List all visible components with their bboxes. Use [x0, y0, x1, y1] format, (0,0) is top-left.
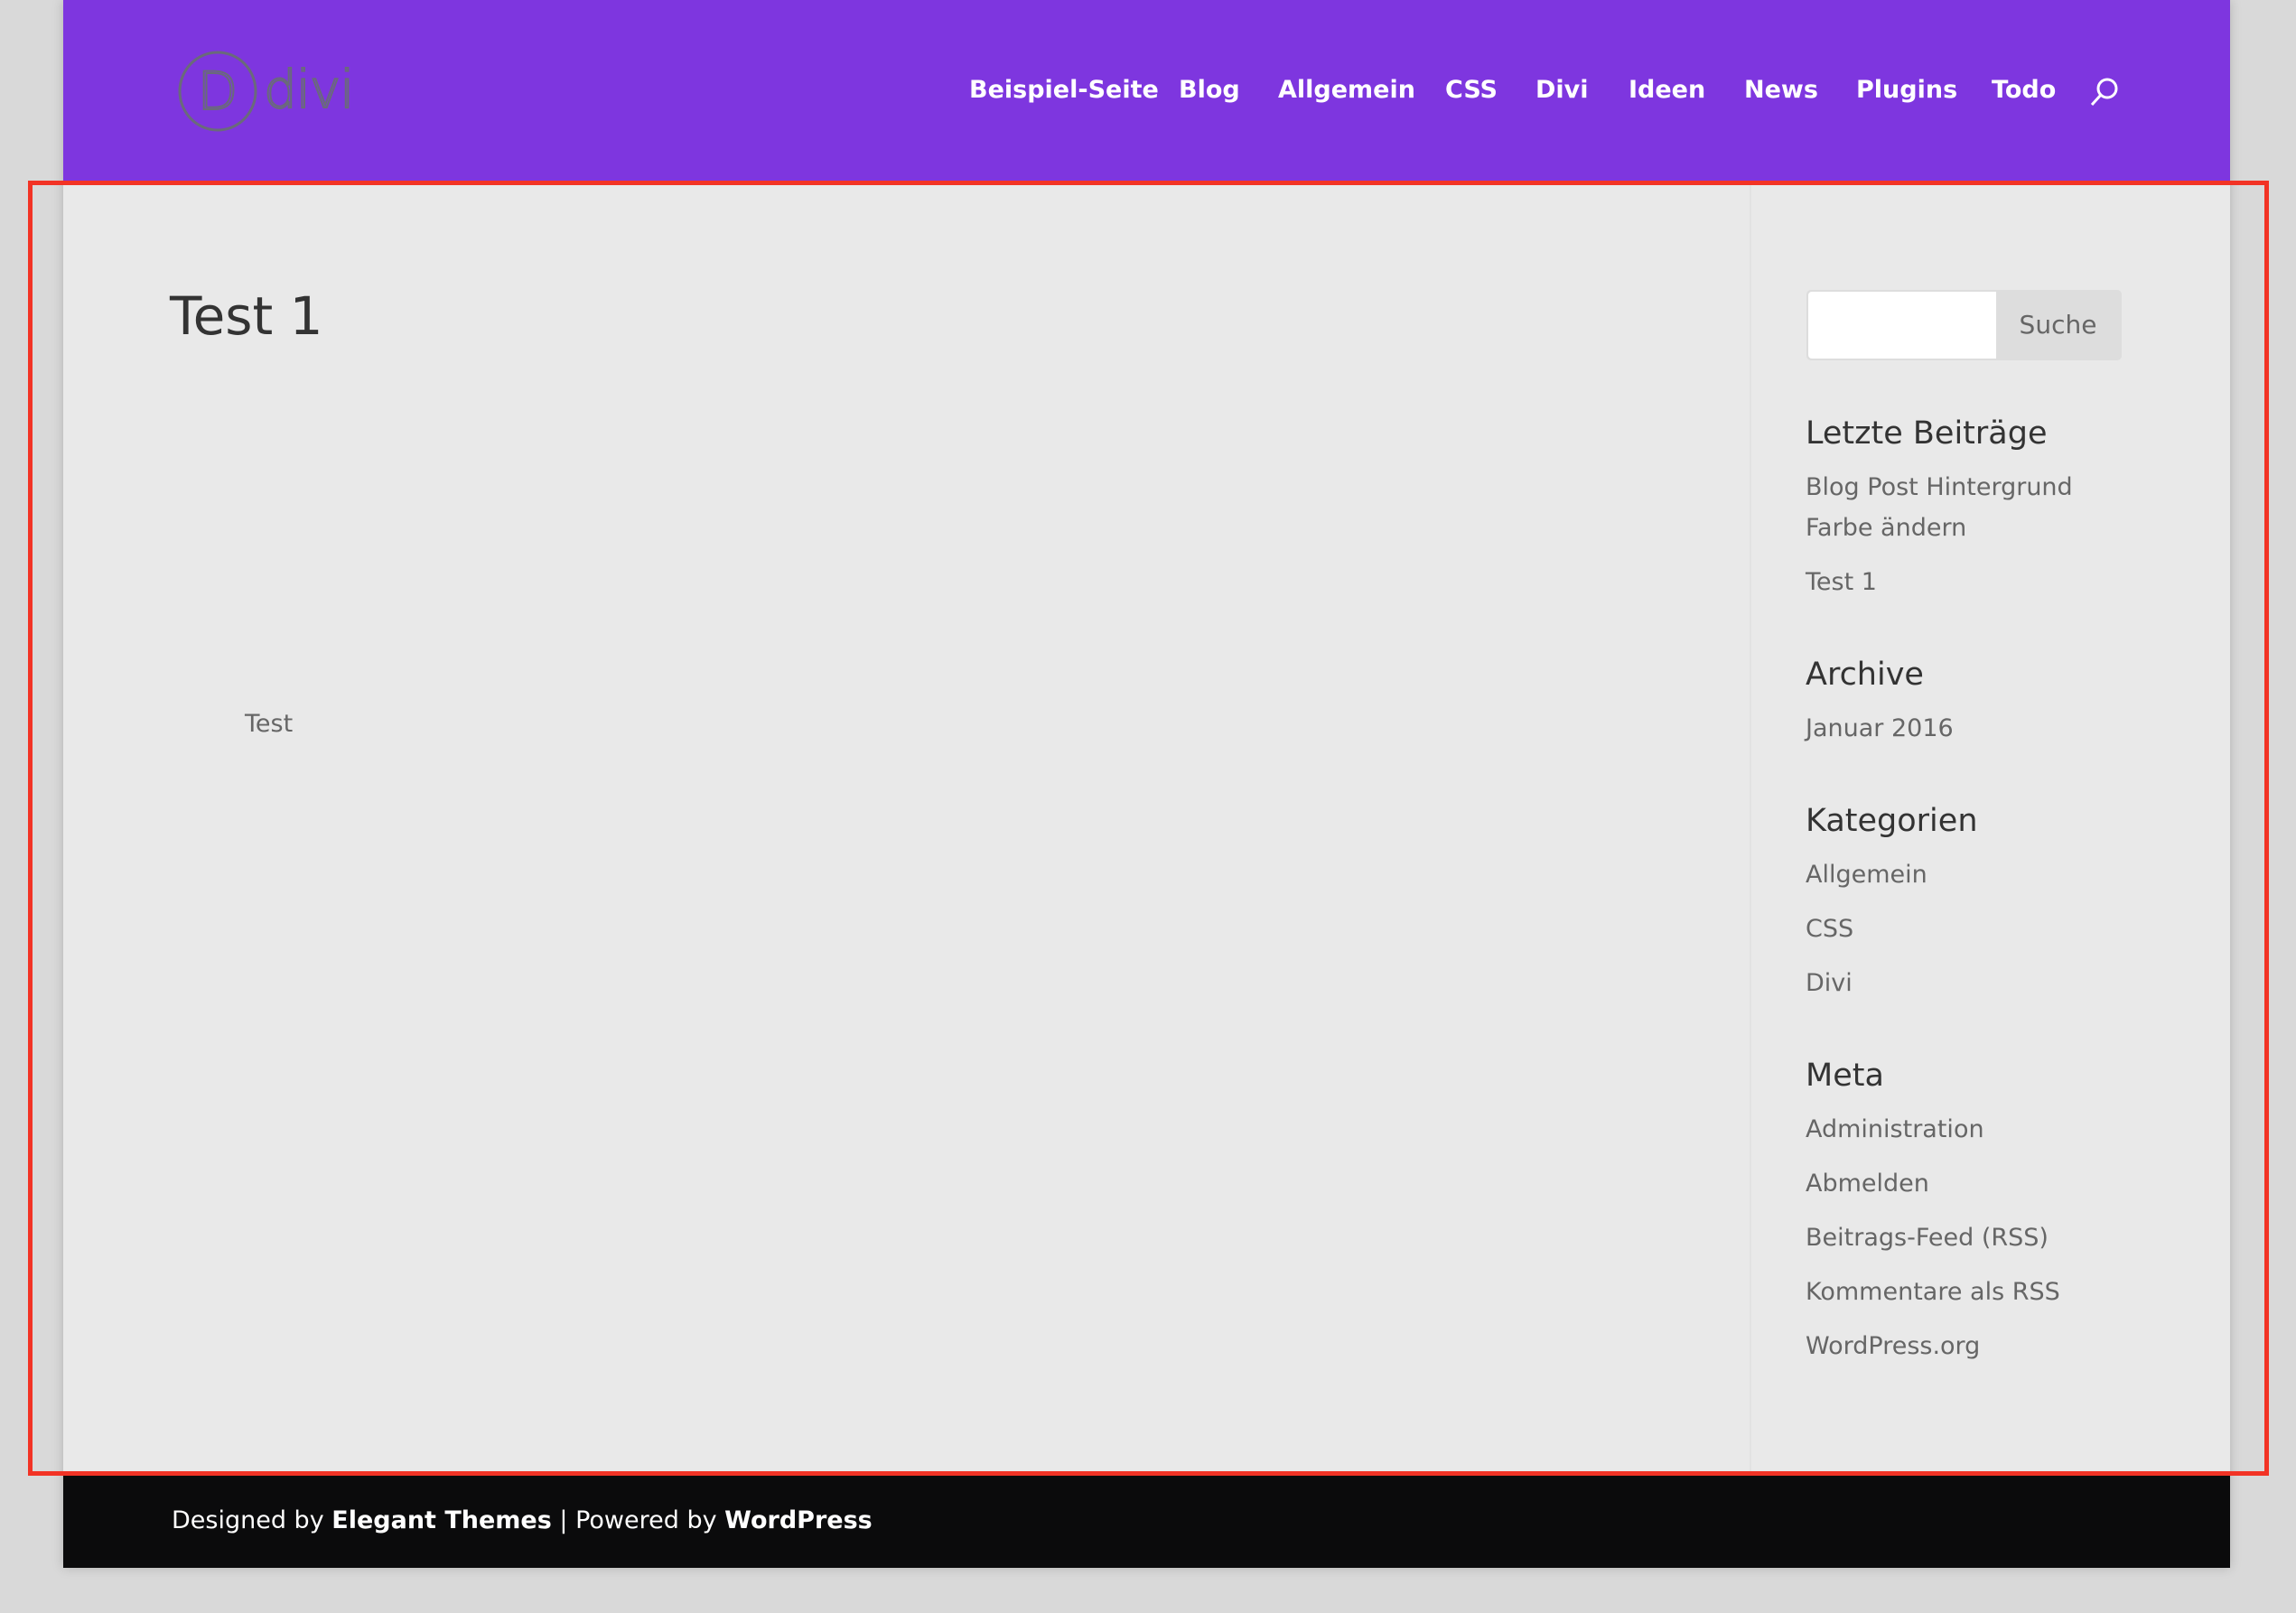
nav-ideen[interactable]: Ideen — [1629, 72, 1705, 108]
widget-title-meta: Meta — [1806, 1058, 1884, 1094]
meta-link[interactable]: WordPress.org — [1806, 1329, 1980, 1365]
widget-title-archive: Archive — [1806, 657, 1924, 693]
elegant-themes-link[interactable]: Elegant Themes — [331, 1506, 552, 1534]
nav-news[interactable]: News — [1744, 72, 1818, 108]
category-link[interactable]: Allgemein — [1806, 857, 1927, 893]
svg-text:D: D — [198, 61, 238, 122]
sidebar-divider — [1750, 181, 1751, 1476]
category-link[interactable]: Divi — [1806, 965, 1853, 1002]
sidebar-search-input[interactable] — [1808, 292, 1996, 359]
wordpress-link[interactable]: WordPress — [724, 1506, 873, 1534]
category-link[interactable]: CSS — [1806, 911, 1853, 947]
nav-plugins[interactable]: Plugins — [1856, 72, 1957, 108]
search-icon[interactable] — [2088, 76, 2121, 108]
widget-title-recent: Letzte Beiträge — [1806, 415, 2048, 452]
footer-powered-by: | Powered by — [551, 1506, 725, 1534]
sidebar-search-button[interactable]: Suche — [1996, 292, 2120, 359]
recent-post-link[interactable]: Farbe ändern — [1806, 510, 1966, 546]
nav-css[interactable]: CSS — [1445, 72, 1498, 108]
footer-credits: Designed by Elegant Themes | Powered by … — [172, 1503, 873, 1539]
meta-link[interactable]: Abmelden — [1806, 1166, 1929, 1202]
logo-text: divi — [263, 58, 355, 121]
post-body-text: Test — [245, 710, 294, 738]
nav-blog[interactable]: Blog — [1179, 72, 1240, 108]
page-title: Test 1 — [170, 285, 323, 347]
footer-designed-by: Designed by — [172, 1506, 332, 1534]
archive-link[interactable]: Januar 2016 — [1806, 711, 1954, 747]
widget-title-categories: Kategorien — [1806, 803, 1978, 839]
nav-allgemein[interactable]: Allgemein — [1278, 72, 1415, 108]
nav-divi[interactable]: Divi — [1535, 72, 1589, 108]
meta-link[interactable]: Administration — [1806, 1112, 1984, 1148]
meta-link[interactable]: Beitrags-Feed (RSS) — [1806, 1220, 2049, 1256]
meta-link[interactable]: Kommentare als RSS — [1806, 1274, 2060, 1310]
nav-todo[interactable]: Todo — [1992, 72, 2056, 108]
sidebar-search-form: Suche — [1806, 290, 2122, 360]
site-logo[interactable]: D divi — [177, 50, 358, 133]
recent-post-link[interactable]: Blog Post Hintergrund — [1806, 470, 2073, 506]
nav-beispiel-seite[interactable]: Beispiel-Seite — [969, 72, 1159, 108]
recent-post-link[interactable]: Test 1 — [1806, 564, 1877, 601]
